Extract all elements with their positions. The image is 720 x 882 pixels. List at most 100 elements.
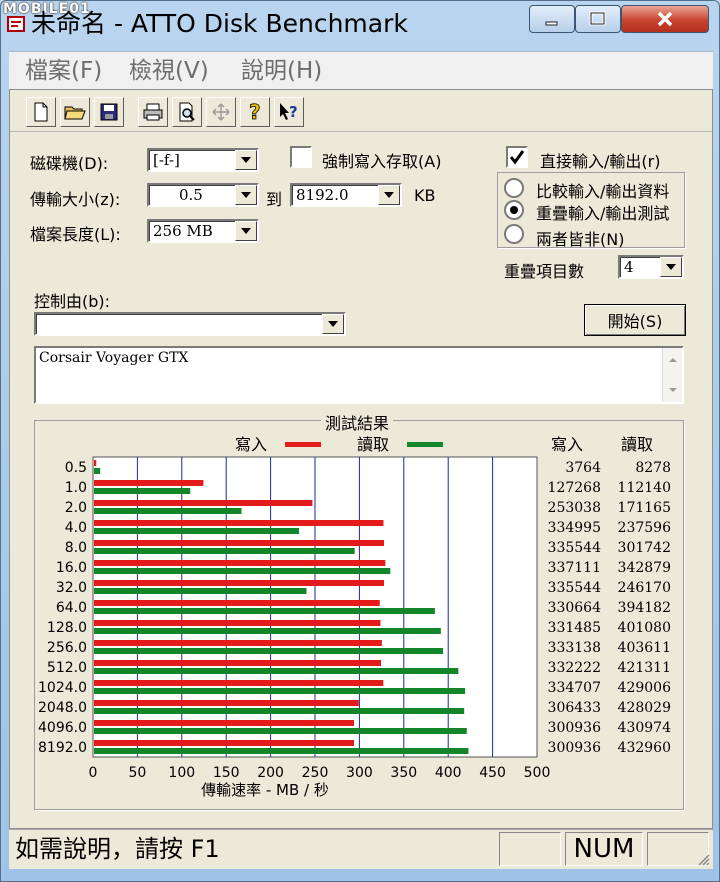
status-pane-num: NUM [565,832,643,866]
minimize-button[interactable] [529,5,575,33]
description-scrollbar[interactable] [662,348,682,402]
radio-neither[interactable] [504,224,524,244]
results-chart: 0 50 100 150 200 250 300 350 400 450 500 傳輸速率 - MB … [38,456,672,799]
x-axis-label: 傳輸速率 - MB / 秒 [201,781,329,799]
resize-grip-icon[interactable] [693,849,711,867]
read-bar [94,548,355,554]
write-value-label: 300936 [548,720,602,736]
context-help-icon: ? [280,103,298,121]
close-button[interactable] [621,5,709,33]
drive-select[interactable]: [-f-] [147,148,259,172]
write-bar [94,660,382,666]
x-tick-label: 50 [128,765,146,781]
status-pane-empty [499,832,561,866]
write-value-label: 334995 [548,520,601,536]
category-label: 128.0 [47,620,87,636]
menu-view[interactable]: 檢視(V) [129,56,209,86]
x-tick-label: 250 [302,765,329,781]
description-field[interactable]: Corsair Voyager GTX [34,346,684,404]
read-value-label: 112140 [618,480,671,496]
radio-neither-label: 兩者皆非(N) [536,230,625,249]
print-button[interactable] [138,97,168,127]
read-bar [94,748,469,754]
category-label: 8.0 [65,540,87,556]
read-value-label: 401080 [618,620,671,636]
category-label: 0.5 [65,460,87,476]
category-label: 16.0 [56,560,87,576]
window-title: 未命名 - ATTO Disk Benchmark [31,9,408,38]
transfer-to-dropdown-arrow[interactable] [378,185,400,205]
chevron-down-icon [241,228,251,234]
write-value-label: 332222 [548,660,601,676]
radio-compare-label: 比較輸入/輸出資料 [536,182,670,201]
transfer-from-select[interactable]: 0.5 [147,183,259,207]
num-lock-indicator: NUM [573,834,635,864]
radio-compare[interactable] [504,178,524,198]
title-bar[interactable]: MOBILE01 未命名 - ATTO Disk Benchmark [1,1,719,47]
file-length-select[interactable]: 256 MB [147,219,259,243]
maximize-icon [589,11,606,26]
write-value-label: 253038 [548,500,601,516]
controlled-by-label: 控制由(b): [34,292,111,311]
read-bar [94,648,444,654]
direct-io-checkbox[interactable] [506,146,528,168]
read-value-label: 237596 [618,520,672,536]
transfer-to-select[interactable]: 8192.0 [290,183,402,207]
print-preview-button[interactable] [172,97,202,127]
queue-depth-label: 重疊項目數 [504,262,585,281]
category-label: 1.0 [65,480,87,496]
print-preview-icon [179,102,195,122]
drive-dropdown-arrow[interactable] [235,150,257,170]
chevron-down-icon [241,157,251,163]
svg-text:?: ? [249,101,261,123]
radio-selected-dot [510,206,518,214]
write-value-label: 333138 [548,640,601,656]
radio-overlap[interactable] [504,200,524,220]
chevron-down-icon [384,192,394,198]
maximize-button[interactable] [575,5,621,33]
file-length-dropdown-arrow[interactable] [235,221,257,241]
x-tick-label: 200 [257,765,284,781]
radio-overlap-label: 重疊輸入/輸出測試 [536,204,670,223]
transfer-to-value: 8192.0 [296,186,349,204]
write-value-label: 330664 [548,600,602,616]
read-bar [94,588,307,594]
controlled-by-select[interactable] [34,312,346,336]
menu-file[interactable]: 檔案(F) [25,56,102,86]
read-bar [94,468,101,474]
svg-text:?: ? [289,103,298,121]
write-bar [94,680,384,686]
move-icon [212,103,230,121]
print-icon [143,103,163,121]
help-button[interactable]: ? [240,97,270,127]
to-label: 到 [266,190,283,209]
read-bar [94,708,465,714]
controlled-by-dropdown-arrow[interactable] [322,314,344,334]
queue-depth-dropdown-arrow[interactable] [660,257,682,277]
x-tick-label: 150 [213,765,240,781]
read-value-label: 430974 [618,720,672,736]
read-value-label: 342879 [618,560,671,576]
transfer-from-dropdown-arrow[interactable] [235,185,257,205]
write-bar [94,460,97,466]
minimize-icon [545,21,558,26]
new-file-icon [34,102,48,122]
x-tick-label: 400 [435,765,462,781]
start-button[interactable]: 開始(S) [584,304,686,336]
open-button[interactable] [60,97,90,127]
queue-depth-select[interactable]: 4 [618,255,684,279]
save-icon [100,103,118,121]
save-button[interactable] [94,97,124,127]
write-bar [94,480,204,486]
force-write-checkbox[interactable] [290,146,312,168]
write-value-label: 3764 [565,460,601,476]
x-tick-label: 300 [346,765,373,781]
category-label: 1024.0 [38,680,87,696]
direct-io-label: 直接輸入/輸出(r) [540,152,661,171]
file-length-label: 檔案長度(L): [30,225,121,244]
write-bar [94,720,354,726]
menu-help[interactable]: 說明(H) [241,56,322,86]
x-tick-label: 450 [479,765,506,781]
context-help-button[interactable]: ? [274,97,304,127]
new-button[interactable] [26,97,56,127]
